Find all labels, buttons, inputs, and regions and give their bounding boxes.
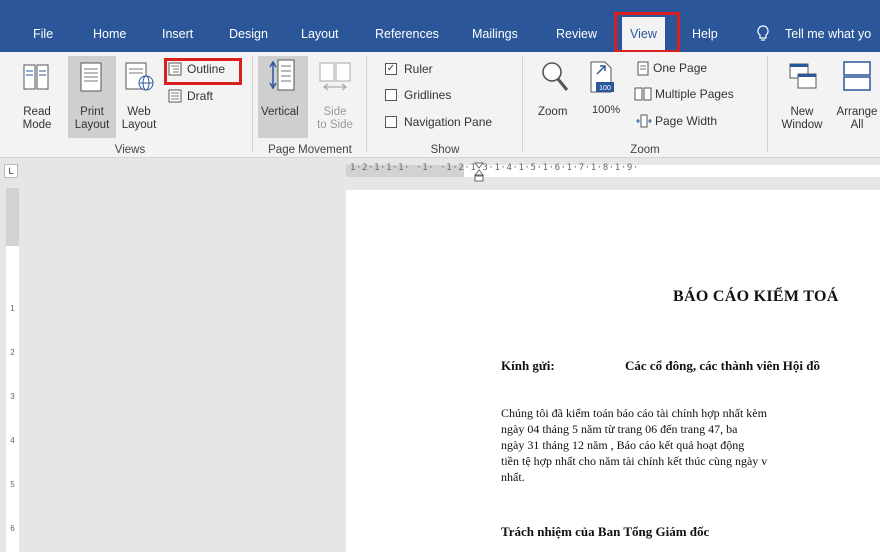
zoom-group-label: Zoom [630,144,660,156]
group-separator [252,56,253,152]
vertical-ruler-mark: 6 [10,524,15,533]
tab-stop-selector[interactable]: L [4,164,18,178]
side-to-side-label-line2: to Side [317,119,353,131]
page-width-button[interactable]: Page Width [655,115,717,128]
page-movement-group-label: Page Movement [268,144,352,156]
gridlines-label: Gridlines [404,88,452,102]
paragraph-line: ngày 31 tháng 12 năm , Báo cáo kết quả h… [501,438,745,452]
read-mode-label-line2: Mode [22,119,52,131]
ruler-checkbox[interactable]: ✓ [385,63,397,75]
tab-home[interactable]: Home [93,27,126,41]
read-mode-icon [23,64,49,90]
side-to-side-button[interactable]: Side to Side [312,106,358,132]
tab-design[interactable]: Design [229,27,268,41]
ribbon-tab-bar: File Home Insert Design Layout Reference… [0,0,880,52]
salutation-label: Kính gửi: [501,358,555,373]
indent-marker-icon[interactable] [474,162,484,182]
tell-me-search[interactable]: Tell me what yo [785,27,871,41]
vertical-ruler-mark: 3 [10,392,15,401]
read-mode-label-line1: Read [23,106,51,118]
views-group-label: Views [114,144,146,156]
arrange-all-label-line2: All [850,119,864,131]
paragraph-line: nhất. [501,470,525,484]
arrange-all-button[interactable]: Arrange All [834,106,880,132]
one-page-button[interactable]: One Page [653,62,707,75]
body-paragraph: Chúng tôi đã kiểm toán báo cáo tài chính… [501,405,767,485]
zoom-100-button[interactable]: 100% [592,104,620,117]
outline-icon [168,62,182,76]
print-layout-button[interactable]: Print Layout [68,106,116,132]
vertical-ruler-mark: 2 [10,348,15,357]
word-window: File Home Insert Design Layout Reference… [0,0,880,552]
multiple-pages-icon [634,87,652,101]
salutation-addressees: Các cổ đông, các thành viên Hội đồ [625,358,821,373]
zoom-100-icon: 100 [590,61,614,93]
new-window-button[interactable]: New Window [776,106,828,132]
navigation-pane-checkbox[interactable] [385,116,397,128]
section-heading: Trách nhiệm của Ban Tổng Giám đốc [501,524,710,539]
print-layout-label-line2: Layout [74,119,110,131]
print-layout-icon [80,62,102,92]
show-group-label: Show [430,144,460,156]
side-to-side-label-line1: Side [323,106,347,118]
tab-insert[interactable]: Insert [162,27,193,41]
tab-mailings[interactable]: Mailings [472,27,518,41]
new-window-label-line2: Window [781,119,823,131]
vertical-ruler-mark: 5 [10,480,15,489]
new-window-label-line1: New [790,106,814,118]
outline-button[interactable]: Outline [187,63,225,76]
paragraph-line: tiền tệ hợp nhất cho năm tài chính kết t… [501,454,768,468]
tab-view[interactable]: View [622,17,665,52]
tab-references[interactable]: References [375,27,439,41]
arrange-all-label-line1: Arrange [836,106,878,118]
ribbon-view: Read Mode Print Layout Web Layout Outlin [0,52,880,158]
document-title: BÁO CÁO KIỂM TOÁ [673,288,839,305]
paragraph-line: ngày 04 tháng 5 năm từ trang 06 đến tran… [501,422,738,436]
new-window-icon [789,63,817,89]
tab-review[interactable]: Review [556,27,597,41]
web-layout-icon [125,62,154,91]
vertical-ruler-mark: 1 [10,304,15,313]
draft-icon [168,89,182,103]
paragraph-line: Chúng tôi đã kiểm toán báo cáo tài chính… [501,406,767,420]
tab-layout[interactable]: Layout [301,27,339,41]
group-separator [522,56,523,152]
lightbulb-icon[interactable] [757,25,769,43]
zoom-magnifier-icon [542,62,569,91]
vertical-icon [269,59,295,91]
group-separator [366,56,367,152]
tab-file[interactable]: File [33,27,53,41]
multiple-pages-button[interactable]: Multiple Pages [655,88,734,101]
vertical-ruler-mark: 4 [10,436,15,445]
horizontal-ruler-row: L 1·2·1·1·1· ·1· ·1·2·1·3·1·4·1·5·1·6·1·… [0,158,880,182]
web-layout-button[interactable]: Web Layout [116,106,162,132]
read-mode-button[interactable]: Read Mode [20,106,54,132]
navigation-pane-label: Navigation Pane [404,115,493,129]
vertical-button[interactable]: Vertical [261,106,299,119]
gridlines-checkbox[interactable] [385,89,397,101]
one-page-icon [637,61,649,76]
ruler-label: Ruler [404,62,433,76]
arrange-all-icon [843,61,871,91]
tab-help[interactable]: Help [692,27,718,41]
ruler-marks: 1·2·1·1·1· ·1· ·1·2·1·3·1·4·1·5·1·6·1·7·… [350,163,639,173]
group-separator [767,56,768,152]
zoom-100-badge: 100 [599,85,611,92]
draft-button[interactable]: Draft [187,90,213,103]
page-width-icon [636,114,652,128]
web-layout-label-line1: Web [127,106,151,118]
side-to-side-icon [319,62,351,91]
vertical-ruler-margin-area [6,188,19,246]
web-layout-label-line2: Layout [121,119,157,131]
zoom-button[interactable]: Zoom [538,106,567,119]
print-layout-label-line1: Print [80,106,104,118]
